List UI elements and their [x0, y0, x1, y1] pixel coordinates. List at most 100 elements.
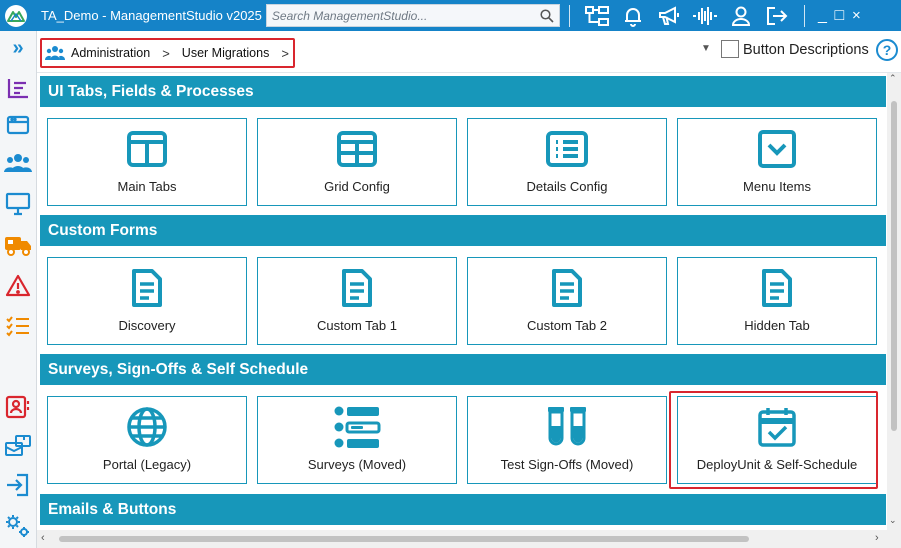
- window-icon: [6, 115, 30, 135]
- sidebar-item-import[interactable]: [0, 470, 36, 500]
- tile-label: Surveys (Moved): [307, 457, 407, 472]
- document-icon: [342, 269, 372, 307]
- bell-icon[interactable]: [615, 0, 651, 31]
- tile-menu-items[interactable]: Menu Items: [677, 118, 877, 206]
- tile-test-sign-offs-moved[interactable]: Test Sign-Offs (Moved): [467, 396, 667, 484]
- sidebar-item-deployments[interactable]: [0, 230, 36, 260]
- logout-icon[interactable]: [759, 0, 795, 31]
- search-input[interactable]: [266, 8, 535, 23]
- tile-label: Grid Config: [324, 179, 390, 194]
- main-content: UI Tabs, Fields & Processes Main Tabs Gr…: [37, 73, 887, 530]
- button-descriptions-label[interactable]: Button Descriptions: [743, 42, 869, 58]
- columns-icon: [127, 131, 167, 167]
- sidebar-item-contacts[interactable]: [0, 392, 36, 422]
- settings-gears-icon: [6, 515, 29, 537]
- button-descriptions-checkbox[interactable]: [721, 40, 739, 58]
- breadcrumb-separator: >: [162, 45, 170, 61]
- sidebar-item-users[interactable]: [0, 149, 36, 179]
- tile-label: Discovery: [118, 318, 176, 333]
- test-tubes-icon: [548, 407, 586, 446]
- breadcrumb-item-user-migrations[interactable]: User Migrations: [182, 46, 270, 60]
- checklist-icon: [6, 316, 29, 337]
- tile-label: Hidden Tab: [744, 318, 810, 333]
- window-title: TA_Demo - ManagementStudio v2025: [41, 8, 262, 23]
- tile-hidden-tab[interactable]: Hidden Tab: [677, 257, 877, 345]
- sidebar-item-devices[interactable]: [0, 189, 36, 219]
- scroll-down-icon[interactable]: ⌄: [889, 515, 897, 526]
- section-header-ui-tabs: UI Tabs, Fields & Processes: [40, 76, 886, 107]
- monitor-icon: [5, 192, 31, 216]
- scroll-left-icon[interactable]: ‹: [41, 532, 45, 544]
- tile-label: Custom Tab 1: [317, 318, 397, 333]
- megaphone-icon[interactable]: [651, 0, 687, 31]
- help-icon[interactable]: ?: [876, 39, 898, 61]
- app-logo-icon: [3, 3, 29, 29]
- contact-card-icon: [5, 395, 30, 419]
- tile-main-tabs[interactable]: Main Tabs: [47, 118, 247, 206]
- toolbar-separator: [568, 4, 570, 27]
- survey-icon: [334, 406, 381, 448]
- section-header-surveys: Surveys, Sign-Offs & Self Schedule: [40, 354, 886, 385]
- breadcrumb-separator: >: [281, 45, 289, 61]
- sidebar-item-transfer[interactable]: [0, 431, 36, 461]
- tile-label: Test Sign-Offs (Moved): [500, 457, 634, 472]
- tile-grid-config[interactable]: Grid Config: [257, 118, 457, 206]
- dropdown-caret-icon[interactable]: ▼: [701, 43, 711, 54]
- tile-portal-legacy[interactable]: Portal (Legacy): [47, 396, 247, 484]
- breadcrumb-bar: Administration > User Migrations > ▼ But…: [37, 31, 901, 73]
- scroll-right-icon[interactable]: ›: [875, 532, 879, 544]
- sidebar-item-list[interactable]: [0, 73, 36, 103]
- left-sidebar: »: [0, 31, 37, 548]
- sidebar-item-issues[interactable]: [0, 271, 36, 301]
- tile-label: Menu Items: [743, 179, 811, 194]
- horizontal-scroll-thumb[interactable]: [59, 536, 749, 542]
- toolbar-separator: [803, 4, 805, 27]
- maximize-button[interactable]: □: [831, 0, 848, 31]
- tile-discovery[interactable]: Discovery: [47, 257, 247, 345]
- vertical-scrollbar[interactable]: ⌃ ⌄: [887, 73, 901, 530]
- tile-label: Custom Tab 2: [527, 318, 607, 333]
- sidebar-item-tasks[interactable]: [0, 311, 36, 341]
- sidebar-item-window[interactable]: [0, 110, 36, 140]
- admin-users-icon[interactable]: [45, 45, 65, 61]
- tile-details-config[interactable]: Details Config: [467, 118, 667, 206]
- transfer-icon: [5, 435, 31, 456]
- search-icon[interactable]: [535, 5, 559, 26]
- hierarchy-icon[interactable]: [579, 0, 615, 31]
- app-window: TA_Demo - ManagementStudio v2025 _ □: [0, 0, 901, 548]
- sidebar-item-settings[interactable]: [0, 511, 36, 541]
- user-icon[interactable]: [723, 0, 759, 31]
- import-icon: [7, 473, 29, 497]
- section-header-custom-forms: Custom Forms: [40, 215, 886, 246]
- tile-label: Main Tabs: [117, 179, 177, 194]
- details-list-icon: [546, 131, 588, 167]
- search-box[interactable]: [265, 4, 560, 27]
- document-icon: [132, 269, 162, 307]
- sidebar-expand-button[interactable]: »: [0, 33, 36, 63]
- chevron-box-icon: [758, 130, 796, 168]
- document-icon: [552, 269, 582, 307]
- tile-label: Portal (Legacy): [102, 457, 192, 472]
- horizontal-scrollbar[interactable]: ‹ ›: [37, 530, 901, 548]
- vertical-scroll-thumb[interactable]: [891, 101, 897, 431]
- tile-custom-tab-1[interactable]: Custom Tab 1: [257, 257, 457, 345]
- warning-icon: [5, 274, 31, 297]
- tile-surveys-moved[interactable]: Surveys (Moved): [257, 396, 457, 484]
- users-icon: [4, 154, 32, 172]
- truck-icon: [5, 237, 31, 256]
- list-icon: [7, 79, 28, 99]
- breadcrumb: Administration > User Migrations >: [40, 38, 295, 68]
- expand-icon: »: [12, 36, 24, 59]
- pulse-icon[interactable]: [687, 0, 723, 31]
- title-bar: TA_Demo - ManagementStudio v2025 _ □: [0, 0, 901, 31]
- section-header-emails-buttons: Emails & Buttons: [40, 494, 886, 525]
- tile-custom-tab-2[interactable]: Custom Tab 2: [467, 257, 667, 345]
- scroll-up-icon[interactable]: ⌃: [889, 73, 897, 84]
- breadcrumb-item-administration[interactable]: Administration: [71, 46, 150, 60]
- tile-highlight-frame: [669, 391, 878, 489]
- minimize-button[interactable]: _: [814, 0, 831, 31]
- document-icon: [762, 269, 792, 307]
- grid-icon: [337, 131, 377, 167]
- close-button[interactable]: ×: [848, 0, 865, 31]
- tile-label: Details Config: [526, 179, 608, 194]
